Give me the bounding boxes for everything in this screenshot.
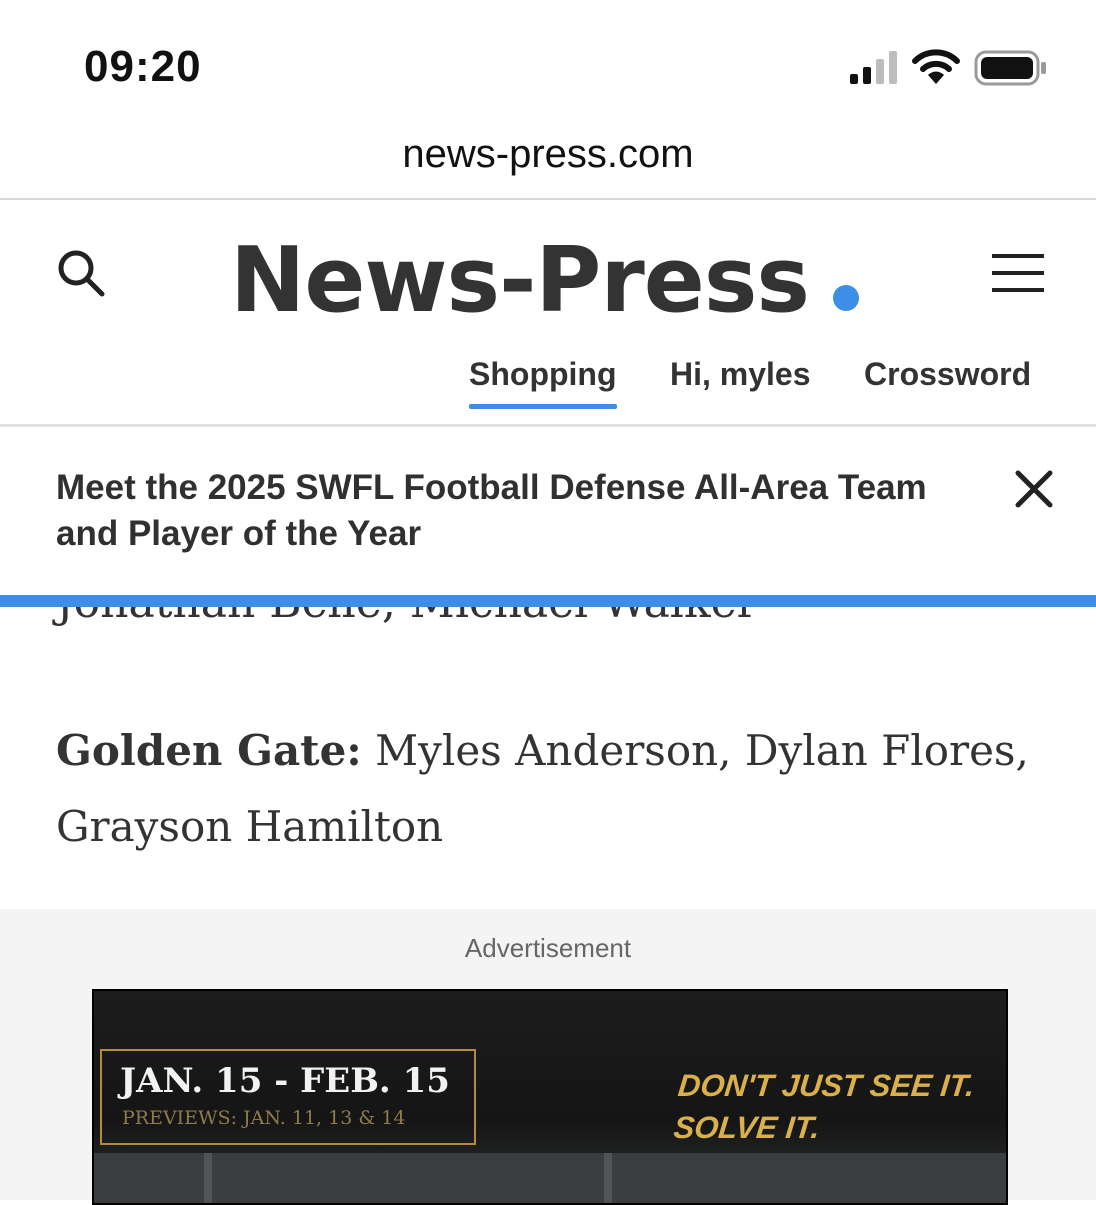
nav-crossword[interactable]: Crossword <box>864 356 1031 393</box>
logo-dot <box>833 285 859 311</box>
nav-shopping[interactable]: Shopping <box>469 356 617 409</box>
status-time: 09:20 <box>84 42 202 91</box>
hamburger-menu-icon[interactable] <box>992 252 1044 294</box>
close-icon[interactable] <box>1012 467 1056 511</box>
ad-tagline-line2: SOLVE IT. <box>672 1110 822 1145</box>
team-name: Golden Gate: <box>56 726 362 775</box>
cellular-signal-icon <box>850 51 897 84</box>
banner-headline[interactable]: Meet the 2025 SWFL Football Defense All-… <box>56 465 956 557</box>
site-logo[interactable]: News-Press <box>230 228 810 333</box>
article-paragraph: Golden Gate: Myles Anderson, Dylan Flore… <box>56 713 1056 865</box>
ad-tagline: DON'T JUST SEE IT. SOLVE IT. <box>672 1065 977 1149</box>
url-text[interactable]: news-press.com <box>0 132 1096 177</box>
article-partial-line: Jonathan Belle, Michael Walker <box>56 607 758 628</box>
nav-account-greeting[interactable]: Hi, myles <box>670 356 811 393</box>
ad-previews: PREVIEWS: JAN. 11, 13 & 14 <box>122 1107 406 1129</box>
advertisement-banner[interactable]: JAN. 15 - FEB. 15 PREVIEWS: JAN. 11, 13 … <box>92 989 1008 1205</box>
reading-progress-bar <box>0 595 1096 607</box>
ad-dates: JAN. 15 - FEB. 15 <box>120 1061 450 1101</box>
advertisement-section: Advertisement JAN. 15 - FEB. 15 PREVIEWS… <box>0 909 1096 1205</box>
ad-stage-image <box>94 1153 1006 1203</box>
site-header: News-Press Shopping Hi, myles Crossword <box>0 200 1096 427</box>
battery-icon <box>974 50 1046 86</box>
ad-date-box: JAN. 15 - FEB. 15 PREVIEWS: JAN. 11, 13 … <box>100 1049 476 1145</box>
browser-address-bar[interactable]: news-press.com <box>0 120 1096 200</box>
wifi-icon <box>912 49 960 84</box>
status-bar: 09:20 <box>0 0 1096 120</box>
article-body: Jonathan Belle, Michael Walker Golden Ga… <box>0 607 1096 909</box>
ad-tagline-line1: DON'T JUST SEE IT. <box>676 1068 977 1103</box>
story-banner[interactable]: Meet the 2025 SWFL Football Defense All-… <box>0 427 1096 595</box>
advertisement-label: Advertisement <box>464 933 632 963</box>
search-icon[interactable] <box>56 248 106 298</box>
